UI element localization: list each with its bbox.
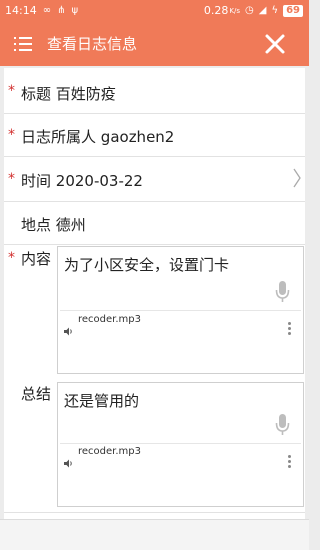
location-value: 德州 xyxy=(55,216,86,234)
log-detail-form: * 标题 百姓防疫 * 日志所属人 gaozhen2 * 时间 2020-03-… xyxy=(4,68,305,550)
speaker-icon[interactable] xyxy=(64,327,74,336)
title-label: 标题 xyxy=(21,85,52,103)
close-icon[interactable] xyxy=(263,32,287,56)
required-mark: * xyxy=(8,171,15,187)
network-speed-unit: K/s xyxy=(229,6,241,15)
infinity-icon: ∞ xyxy=(42,4,52,16)
bottom-navigation-bar xyxy=(0,519,309,550)
page-title: 查看日志信息 xyxy=(47,35,138,53)
microphone-icon[interactable] xyxy=(275,280,290,304)
alarm-icon: ◷ xyxy=(245,4,254,16)
chevron-right-icon[interactable] xyxy=(292,167,302,189)
charging-icon: ϟ xyxy=(271,4,279,16)
required-mark: * xyxy=(8,250,15,266)
time-row[interactable]: * 时间 2020-03-22 xyxy=(4,157,305,202)
menu-icon[interactable] xyxy=(14,36,32,52)
status-time: 14:14 xyxy=(5,4,37,17)
owner-label: 日志所属人 xyxy=(21,128,97,146)
time-value: 2020-03-22 xyxy=(55,172,143,190)
title-value: 百姓防疫 xyxy=(55,85,116,103)
app-bar: 查看日志信息 xyxy=(0,22,309,66)
memo-divider xyxy=(60,310,301,311)
summary-label: 总结 xyxy=(21,385,52,403)
summary-memo: 还是管用的 recoder.mp3 xyxy=(57,382,304,507)
owner-value: gaozhen2 xyxy=(100,128,175,146)
title-row: * 标题 百姓防疫 xyxy=(4,70,305,114)
time-label: 时间 xyxy=(21,172,52,190)
summary-attachment-name[interactable]: recoder.mp3 xyxy=(78,446,141,457)
share-icon: ⋔ xyxy=(57,4,66,16)
memo-divider xyxy=(60,443,301,444)
more-vertical-icon[interactable] xyxy=(288,455,292,470)
content-memo: 为了小区安全，设置门卡 recoder.mp3 xyxy=(57,246,304,374)
battery-level: 69 xyxy=(283,4,303,17)
usb-icon: ψ xyxy=(71,4,79,16)
content-text: 为了小区安全，设置门卡 xyxy=(64,256,230,274)
network-speed: 0.28 xyxy=(203,4,229,17)
section-divider xyxy=(4,512,305,513)
status-bar: 14:14 ∞ ⋔ ψ 0.28 K/s ◷ ◢ ϟ 69 xyxy=(0,0,309,22)
summary-row: 总结 还是管用的 recoder.mp3 xyxy=(4,375,305,510)
location-label: 地点 xyxy=(21,216,52,234)
microphone-icon[interactable] xyxy=(275,413,290,437)
content-label: 内容 xyxy=(21,250,52,268)
required-mark: * xyxy=(8,83,15,99)
more-vertical-icon[interactable] xyxy=(288,322,292,337)
owner-row: * 日志所属人 gaozhen2 xyxy=(4,114,305,157)
location-row: 地点 德州 xyxy=(4,202,305,245)
required-mark: * xyxy=(8,127,15,143)
content-row: * 内容 为了小区安全，设置门卡 recoder.mp3 xyxy=(4,245,305,382)
signal-icon: ◢ xyxy=(258,4,267,16)
summary-text: 还是管用的 xyxy=(64,392,140,410)
speaker-icon[interactable] xyxy=(64,459,74,468)
content-attachment-name[interactable]: recoder.mp3 xyxy=(78,314,141,325)
